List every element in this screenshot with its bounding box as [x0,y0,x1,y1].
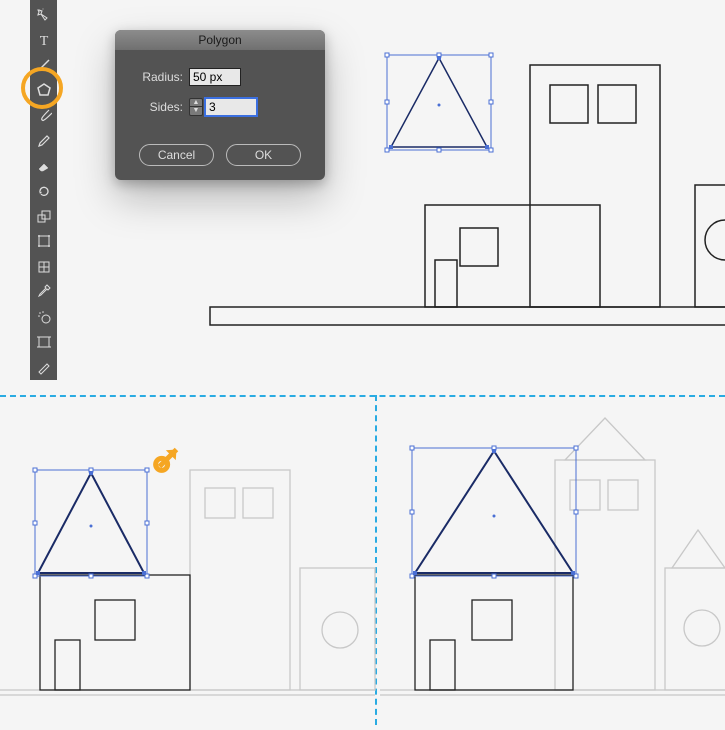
selected-triangle-br[interactable] [410,446,578,578]
dialog-title: Polygon [115,30,325,50]
magic-wand-tool[interactable] [31,3,56,26]
sides-stepper[interactable]: ▲ ▼ [189,98,203,116]
sides-input[interactable] [205,98,257,116]
dialog-body: Radius: Sides: ▲ ▼ [115,50,325,138]
canvas-bottom-left[interactable] [0,400,375,725]
artboard-tool[interactable] [31,331,56,354]
horizontal-guide [0,395,725,397]
tools-panel: T [30,0,57,380]
canvas-bottom-right[interactable] [380,400,725,725]
stepper-down-icon[interactable]: ▼ [190,107,202,115]
selected-triangle-top[interactable] [385,53,493,152]
ok-button[interactable]: OK [226,144,301,166]
dialog-buttons: Cancel OK [115,138,325,180]
eyedropper-tool[interactable] [31,280,56,303]
rotate-tool[interactable] [31,179,56,202]
cancel-button[interactable]: Cancel [139,144,214,166]
sides-label: Sides: [133,100,183,114]
symbol-sprayer-tool[interactable] [31,305,56,328]
mesh-tool[interactable] [31,255,56,278]
eraser-tool[interactable] [31,154,56,177]
scale-tool[interactable] [31,205,56,228]
selected-triangle-bl[interactable] [33,468,149,578]
radius-row: Radius: [133,68,307,86]
radius-input[interactable] [189,68,241,86]
polygon-dialog: Polygon Radius: Sides: ▲ ▼ Cancel OK [115,30,325,180]
polygon-tool-highlight-icon [21,67,63,109]
sides-row: Sides: ▲ ▼ [133,98,307,116]
free-transform-tool[interactable] [31,230,56,253]
pencil-tool[interactable] [31,129,56,152]
scale-cursor-icon [150,440,186,481]
slice-tool[interactable] [31,356,56,379]
stepper-up-icon[interactable]: ▲ [190,99,202,107]
svg-text:T: T [39,34,48,48]
type-tool[interactable]: T [31,28,56,51]
radius-label: Radius: [133,70,183,84]
